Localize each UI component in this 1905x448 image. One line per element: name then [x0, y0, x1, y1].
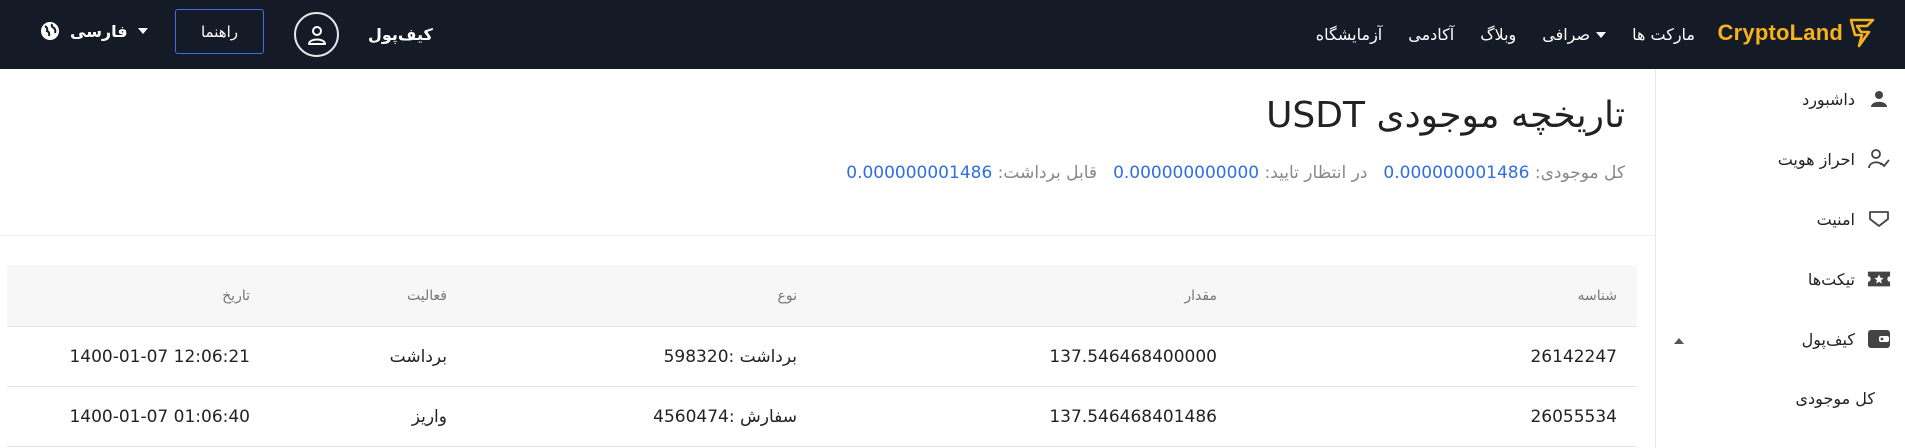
caret-down-icon [1596, 31, 1607, 38]
ticket-icon [1867, 267, 1891, 291]
nav-markets-label: مارکت ها [1632, 25, 1695, 44]
cell-date: 1400-01-07 01:06:40 [69, 406, 250, 427]
sidebar-item-wallet[interactable]: کیف‌پول [1802, 327, 1891, 351]
main-nav: مارکت ها صرافی وبلاگ آکادمی آزمایشگاه [1316, 0, 1695, 69]
shield-icon [1867, 207, 1891, 231]
cell-activity: برداشت [389, 346, 447, 367]
cell-activity: واریز [411, 406, 447, 427]
header-type[interactable]: نوع [447, 288, 797, 304]
cell-amount: 137.546468401486 [1049, 406, 1217, 427]
pending-balance: در انتظار تایید: 0.000000000000 [1113, 163, 1367, 183]
language-label: فارسی [70, 21, 128, 41]
cell-type: سفارش :4560474 [653, 406, 797, 427]
sidebar-item-label: تیکت‌ها [1807, 269, 1855, 289]
header-activity[interactable]: فعالیت [250, 288, 447, 304]
cell-amount: 137.546468400000 [1049, 346, 1217, 367]
header-amount[interactable]: مقدار [797, 288, 1217, 304]
sidebar-item-label: داشبورد [1802, 89, 1855, 109]
nav-academy-label: آکادمی [1408, 25, 1455, 44]
main-content: تاریخچه موجودی USDT کل موجودی: 0.0000000… [0, 69, 1655, 448]
nav-exchange-label: صرافی [1542, 25, 1591, 44]
caret-down-icon [137, 28, 148, 34]
user-icon [307, 25, 326, 45]
person-icon [1867, 87, 1891, 111]
total-balance-value: 0.000000001486 [1383, 163, 1530, 183]
nav-exchange[interactable]: صرافی [1542, 25, 1607, 44]
logo-text: CryptoLand [1717, 20, 1843, 45]
total-balance: کل موجودی: 0.000000001486 [1383, 163, 1625, 183]
logo[interactable]: CryptoLand [1718, 12, 1877, 54]
language-selector[interactable]: فارسی [40, 0, 148, 62]
chevron-up-icon[interactable] [1674, 338, 1684, 344]
globe-icon [41, 22, 59, 40]
cell-date: 1400-01-07 12:06:21 [69, 346, 250, 367]
user-check-icon [1867, 147, 1891, 171]
wallet-link[interactable]: کیف‌پول [368, 0, 433, 69]
withdrawable-balance: قابل برداشت: 0.000000001486 [846, 163, 1097, 183]
total-balance-label: کل موجودی: [1534, 163, 1625, 183]
pending-balance-label: در انتظار تایید: [1264, 163, 1368, 183]
sidebar-item-kyc[interactable]: احراز هویت [1778, 147, 1891, 171]
table-header: شناسه مقدار نوع فعالیت تاریخ [7, 265, 1637, 327]
nav-lab-label: آزمایشگاه [1315, 25, 1383, 44]
page-title: تاریخچه موجودی USDT [1266, 95, 1625, 136]
sidebar-item-dashboard[interactable]: داشبورد [1802, 87, 1891, 111]
sidebar-item-label: امنیت [1816, 209, 1855, 229]
balance-summary: کل موجودی: 0.000000001486 در انتظار تایی… [846, 163, 1625, 183]
table-row: 26142247 137.546468400000 برداشت :598320… [7, 327, 1637, 387]
withdrawable-balance-value: 0.000000001486 [846, 163, 993, 183]
nav-academy[interactable]: آکادمی [1408, 25, 1454, 44]
user-avatar-button[interactable] [294, 12, 339, 57]
logo-icon [1849, 18, 1875, 48]
sidebar-item-label: کیف‌پول [1801, 329, 1855, 349]
sidebar: داشبورد احراز هویت امنیت تیکت‌ها کیف‌پول… [1655, 69, 1905, 448]
cell-type: برداشت :598320 [663, 346, 797, 367]
wallet-icon [1867, 327, 1891, 351]
nav-markets[interactable]: مارکت ها [1632, 25, 1695, 44]
nav-blog-label: وبلاگ [1480, 25, 1517, 44]
sidebar-item-label: احراز هویت [1777, 149, 1855, 169]
cell-id: 26055534 [1530, 406, 1617, 427]
table-row: 26055534 137.546468401486 سفارش :4560474… [7, 387, 1637, 447]
pending-balance-value: 0.000000000000 [1113, 163, 1260, 183]
sidebar-item-security[interactable]: امنیت [1817, 207, 1891, 231]
nav-lab[interactable]: آزمایشگاه [1316, 25, 1382, 44]
withdrawable-balance-label: قابل برداشت: [997, 163, 1098, 183]
header-id[interactable]: شناسه [1217, 288, 1617, 304]
sidebar-subitem-total-balance[interactable]: کل موجودی [1796, 389, 1875, 408]
guide-button[interactable]: راهنما [175, 9, 264, 54]
nav-blog[interactable]: وبلاگ [1480, 25, 1516, 44]
sidebar-item-tickets[interactable]: تیکت‌ها [1808, 267, 1891, 291]
divider [0, 235, 1655, 236]
cell-id: 26142247 [1530, 346, 1617, 367]
header-date[interactable]: تاریخ [50, 288, 250, 304]
balance-history-table: شناسه مقدار نوع فعالیت تاریخ 26142247 13… [7, 265, 1637, 447]
top-navbar: CryptoLand مارکت ها صرافی وبلاگ آکادمی آ… [0, 0, 1905, 69]
